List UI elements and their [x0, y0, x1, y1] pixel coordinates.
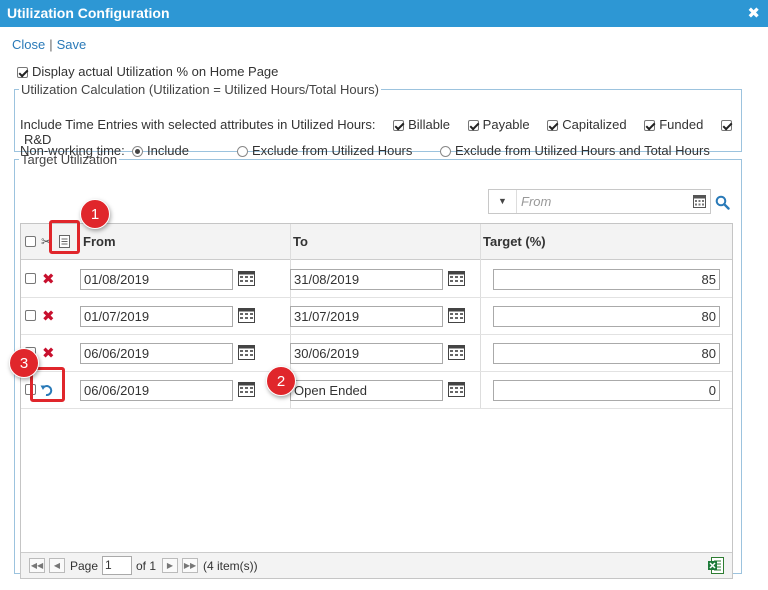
funded-checkbox[interactable]	[644, 120, 656, 132]
calendar-icon[interactable]	[448, 270, 465, 289]
target-percent-input[interactable]: 85	[493, 269, 720, 290]
row-checkbox[interactable]	[25, 273, 36, 284]
last-page-button[interactable]: ▶▶	[182, 558, 198, 573]
save-link[interactable]: Save	[57, 37, 87, 52]
target-utilization-group: Target Utilization ▼ From ✂ From To Targ…	[14, 152, 742, 579]
include-attributes-label: Include Time Entries with selected attri…	[20, 117, 376, 132]
from-date-input[interactable]: 06/06/2019	[80, 380, 233, 401]
table-row: ✖ 01/08/2019 31/08/2019 85	[21, 261, 732, 298]
dialog-title: Utilization Configuration	[7, 5, 170, 21]
calendar-icon[interactable]	[238, 307, 255, 326]
calendar-icon[interactable]	[448, 381, 465, 400]
payable-label: Payable	[482, 117, 530, 132]
utilization-calculation-group: Utilization Calculation (Utilization = U…	[14, 82, 742, 158]
callout-badge-3: 3	[9, 348, 39, 378]
payable-checkbox[interactable]	[467, 120, 479, 132]
prev-page-button[interactable]: ◀	[49, 558, 65, 573]
to-date-input[interactable]: 31/07/2019	[290, 306, 443, 327]
delete-icon[interactable]: ✖	[42, 346, 55, 361]
item-count-label: (4 item(s))	[203, 559, 258, 573]
page-count-label: of 1	[136, 559, 157, 573]
table-row: ✖ 01/07/2019 31/07/2019 80	[21, 298, 732, 335]
select-all-checkbox[interactable]	[25, 236, 36, 247]
table-row: 06/06/2019 Open Ended 0	[21, 372, 732, 409]
excel-export-icon[interactable]	[708, 557, 724, 577]
funded-label: Funded	[659, 117, 704, 132]
capitalized-checkbox[interactable]	[547, 120, 559, 132]
delete-icon[interactable]: ✖	[42, 272, 55, 287]
column-header-to[interactable]: To	[293, 224, 308, 260]
next-page-button[interactable]: ▶	[162, 558, 178, 573]
dialog-titlebar: Utilization Configuration ✖	[0, 0, 768, 27]
link-separator: |	[49, 37, 53, 52]
display-utilization-label: Display actual Utilization % on Home Pag…	[32, 64, 279, 79]
delete-icon[interactable]: ✖	[42, 309, 55, 324]
attr-billable[interactable]: Billable	[393, 117, 450, 132]
calendar-icon[interactable]	[238, 381, 255, 400]
row-checkbox[interactable]	[25, 310, 36, 321]
column-header-from[interactable]: From	[83, 224, 116, 260]
action-links: Close | Save	[12, 37, 86, 52]
billable-checkbox[interactable]	[393, 120, 405, 132]
utilization-calculation-legend: Utilization Calculation (Utilization = U…	[21, 82, 379, 97]
display-utilization-checkbox[interactable]	[17, 67, 28, 79]
attr-payable[interactable]: Payable	[467, 117, 530, 132]
billable-label: Billable	[408, 117, 451, 132]
from-date-input[interactable]: 01/08/2019	[80, 269, 233, 290]
filter-dropdown-button[interactable]: ▼	[489, 190, 517, 213]
to-date-input[interactable]: Open Ended	[290, 380, 443, 401]
close-link[interactable]: Close	[12, 37, 45, 52]
calendar-icon[interactable]	[448, 307, 465, 326]
calendar-icon[interactable]	[693, 194, 706, 211]
attr-funded[interactable]: Funded	[644, 117, 703, 132]
page-number-input[interactable]: 1	[102, 556, 132, 575]
to-date-input[interactable]: 31/08/2019	[290, 269, 443, 290]
first-page-button[interactable]: ◀◀	[29, 558, 45, 573]
table-row: ✖ 06/06/2019 30/06/2019 80	[21, 335, 732, 372]
calendar-icon[interactable]	[448, 344, 465, 363]
target-percent-input[interactable]: 0	[493, 380, 720, 401]
from-date-input[interactable]: 06/06/2019	[80, 343, 233, 364]
callout-highlight-columns-menu	[49, 220, 80, 254]
attr-capitalized[interactable]: Capitalized	[547, 117, 627, 132]
calendar-icon[interactable]	[238, 344, 255, 363]
grid-pager: ◀◀ ◀ Page 1 of 1 ▶ ▶▶ (4 item(s))	[21, 552, 732, 578]
rnd-checkbox[interactable]	[720, 120, 732, 132]
date-filter: ▼ From	[488, 189, 711, 214]
capitalized-label: Capitalized	[562, 117, 627, 132]
target-utilization-legend: Target Utilization	[21, 152, 118, 167]
target-percent-input[interactable]: 80	[493, 343, 720, 364]
to-date-input[interactable]: 30/06/2019	[290, 343, 443, 364]
callout-badge-2: 2	[266, 366, 296, 396]
target-utilization-grid: ✂ From To Target (%) ✖ 01/08/2019 31/08/…	[20, 223, 733, 579]
callout-badge-1: 1	[80, 199, 110, 229]
from-date-input[interactable]: 01/07/2019	[80, 306, 233, 327]
search-icon[interactable]	[715, 195, 730, 213]
display-utilization-option[interactable]: Display actual Utilization % on Home Pag…	[17, 64, 278, 79]
target-percent-input[interactable]: 80	[493, 306, 720, 327]
close-icon[interactable]: ✖	[747, 0, 760, 27]
grid-header: ✂ From To Target (%)	[21, 224, 732, 260]
page-label: Page	[70, 559, 99, 573]
column-header-target[interactable]: Target (%)	[483, 224, 546, 260]
filter-from-input[interactable]: From	[521, 194, 551, 209]
calendar-icon[interactable]	[238, 270, 255, 289]
